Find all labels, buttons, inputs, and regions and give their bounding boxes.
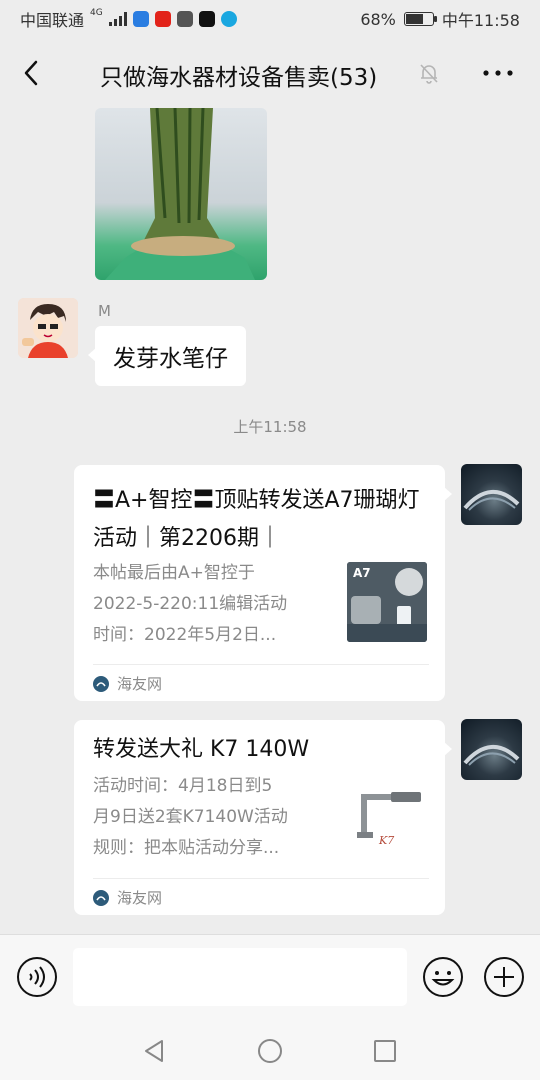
card-description: 本帖最后由A+智控于 2022-5-220:11编辑活动 时间：2022年5月2…	[93, 558, 287, 651]
emoji-icon[interactable]	[422, 956, 464, 998]
divider	[93, 878, 429, 879]
card-source: 海友网	[93, 887, 162, 908]
status-left: 中国联通 4G	[20, 7, 237, 31]
signal-icon	[108, 12, 127, 26]
image-message[interactable]	[95, 108, 267, 280]
nav-recents-icon[interactable]	[372, 1038, 398, 1064]
app-notification-icon	[220, 11, 237, 27]
nav-home-icon[interactable]	[257, 1038, 283, 1064]
clock: 中午11:58	[441, 11, 520, 30]
chevron-left-icon[interactable]	[16, 58, 46, 88]
more-dots-icon[interactable]	[481, 58, 515, 88]
app-notification-icon	[176, 11, 193, 27]
chat-header: 只做海水器材设备售卖(53)	[0, 38, 540, 108]
tiktok-icon	[198, 11, 215, 27]
card-title: 〓A+智控〓顶贴转发送A7珊瑚灯活动｜第2206期｜	[93, 488, 420, 551]
plus-icon[interactable]	[483, 956, 525, 998]
text-message[interactable]: 发芽水笔仔	[88, 326, 246, 386]
battery-icon	[403, 12, 437, 26]
svg-text:K7: K7	[378, 834, 394, 847]
timestamp: 上午11:58	[233, 418, 307, 436]
message-input[interactable]	[73, 948, 407, 1006]
status-right: 68% 中午11:58	[360, 7, 520, 31]
card-source: 海友网	[93, 673, 162, 694]
status-bar: 中国联通 4G 68% 中午11:58	[0, 0, 540, 38]
source-name: 海友网	[117, 675, 163, 693]
system-nav-bar	[0, 1020, 540, 1080]
card-description: 活动时间：4月18日到5 月9日送2套K7140W活动 规则：把本贴活动分享..…	[93, 771, 288, 864]
divider	[93, 664, 429, 665]
voice-icon[interactable]	[16, 956, 58, 998]
message-text: 发芽水笔仔	[113, 346, 228, 372]
card-desc-line: 2022-5-220:11编辑活动	[93, 594, 288, 614]
sender-name: M	[98, 302, 111, 320]
card-desc-line: 规则：把本贴活动分享...	[93, 838, 280, 858]
app-notification-icon	[154, 11, 171, 27]
input-bar	[0, 934, 540, 1020]
avatar[interactable]	[461, 719, 522, 780]
link-card[interactable]: 〓A+智控〓顶贴转发送A7珊瑚灯活动｜第2206期｜ 本帖最后由A+智控于 20…	[74, 465, 452, 701]
card-thumbnail: A7	[347, 562, 427, 642]
source-logo-icon	[93, 889, 109, 906]
card-desc-line: 时间：2022年5月2日...	[93, 625, 277, 645]
source-logo-icon	[93, 675, 109, 692]
app-notification-icon	[132, 11, 149, 27]
card-thumbnail: K7	[347, 778, 427, 858]
card-desc-line: 活动时间：4月18日到5	[93, 776, 273, 796]
card-title: 转发送大礼 K7 140W	[93, 737, 310, 762]
network-type: 4G	[90, 8, 103, 18]
thumb-label: A7	[353, 566, 371, 580]
nav-back-icon[interactable]	[142, 1038, 168, 1064]
link-card[interactable]: 转发送大礼 K7 140W 活动时间：4月18日到5 月9日送2套K7140W活…	[74, 720, 452, 915]
avatar[interactable]	[18, 298, 78, 358]
battery-percent: 68%	[360, 9, 396, 29]
card-desc-line: 本帖最后由A+智控于	[93, 563, 255, 583]
source-name: 海友网	[117, 889, 163, 907]
card-desc-line: 月9日送2套K7140W活动	[93, 807, 288, 827]
avatar[interactable]	[461, 464, 522, 525]
carrier-label: 中国联通	[20, 11, 85, 30]
bell-off-icon	[417, 61, 441, 85]
chat-title: 只做海水器材设备售卖(53)	[100, 65, 378, 91]
